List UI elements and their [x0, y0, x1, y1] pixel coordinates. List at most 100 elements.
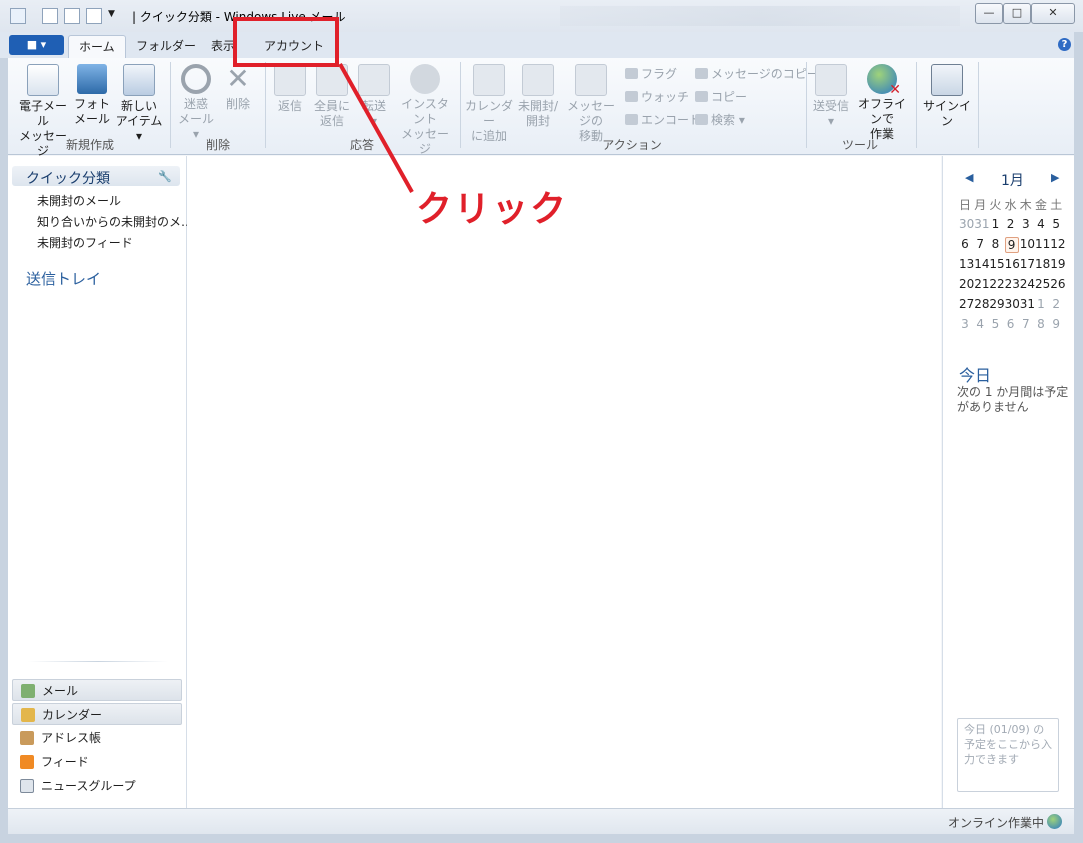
calendar-day[interactable]: 5 [1050, 217, 1062, 231]
calendar-day[interactable]: 4 [974, 317, 986, 331]
calendar-day[interactable]: 17 [1020, 257, 1035, 271]
app-menu-button[interactable]: ■ ▾ [9, 35, 64, 55]
calendar-next-icon[interactable]: ▶ [1051, 171, 1059, 184]
find-button[interactable]: 検索 ▾ [695, 111, 745, 128]
today-note: 次の 1 か月間は予定がありません [957, 385, 1069, 414]
calendar-day[interactable]: 16 [1005, 257, 1020, 271]
calendar-day[interactable]: 23 [1005, 277, 1020, 291]
maximize-button[interactable]: □ [1003, 3, 1031, 24]
calendar-day[interactable]: 30 [1005, 297, 1020, 311]
move-folder-icon [575, 64, 607, 96]
send-receive-button[interactable]: 送受信 ▾ [810, 64, 852, 129]
app-icon[interactable] [10, 8, 26, 24]
calendar-day[interactable]: 28 [974, 297, 989, 311]
annotation-pointer-line [338, 63, 414, 193]
title-bar: ▼ | クイック分類 - Windows Live メール — □ ✕ [0, 0, 1083, 33]
calendar-day[interactable]: 31 [1020, 297, 1035, 311]
ribbon-separator [978, 62, 979, 148]
calendar-day[interactable]: 11 [1035, 237, 1050, 251]
calendar-day[interactable]: 31 [974, 217, 989, 231]
flag-icon [625, 68, 638, 79]
calendar-prev-icon[interactable]: ◀ [965, 171, 973, 184]
copy-message-button[interactable]: メッセージのコピー [695, 65, 819, 82]
move-message-button[interactable]: メッセージの 移動 [562, 64, 620, 144]
encode-button[interactable]: エンコード [625, 111, 701, 128]
minimize-button[interactable]: — [975, 3, 1003, 24]
calendar-day[interactable]: 6 [1005, 317, 1017, 331]
calendar-day[interactable]: 7 [974, 237, 986, 251]
send-receive-quick-icon[interactable] [86, 8, 102, 24]
calendar-day[interactable]: 12 [1050, 237, 1065, 251]
calendar-day[interactable]: 19 [1050, 257, 1065, 271]
sign-in-button[interactable]: サインイン [920, 64, 974, 129]
calendar-day[interactable]: 18 [1035, 257, 1050, 271]
new-items-button[interactable]: 新しい アイテム ▾ [114, 64, 164, 144]
calendar-day[interactable]: 10 [1020, 237, 1035, 251]
work-offline-button[interactable]: ✕ オフラインで 作業 [854, 64, 910, 142]
calendar-day[interactable]: 2 [1050, 297, 1062, 311]
calendar-day[interactable]: 26 [1050, 277, 1065, 291]
unread-read-button[interactable]: 未開封/ 開封 [516, 64, 560, 129]
calendar-day[interactable]: 8 [1035, 317, 1047, 331]
tab-home[interactable]: ホーム [68, 35, 126, 58]
nav-feeds[interactable]: フィード [12, 751, 182, 773]
quick-view-unread-mail[interactable]: 未開封のメール [37, 192, 121, 209]
calendar-day[interactable]: 3 [1020, 217, 1032, 231]
calendar-day[interactable]: 27 [959, 297, 974, 311]
calendar-day[interactable]: 21 [974, 277, 989, 291]
reply-label: 返信 [277, 99, 302, 113]
calendar-day[interactable]: 30 [959, 217, 974, 231]
nav-calendar[interactable]: カレンダー [12, 703, 182, 725]
quick-view-unread-from-contacts[interactable]: 知り合いからの未開封のメ… [37, 213, 193, 230]
calendar-day[interactable]: 9 [1050, 317, 1062, 331]
wrench-icon[interactable]: 🔧 [158, 170, 172, 183]
calendar-day[interactable]: 24 [1020, 277, 1035, 291]
calendar-day[interactable]: 3 [959, 317, 971, 331]
quick-access-dropdown-icon[interactable]: ▼ [108, 9, 115, 19]
calendar-day[interactable]: 8 [989, 237, 1001, 251]
quick-view-unread-feeds[interactable]: 未開封のフィード [37, 234, 133, 251]
calendar-day[interactable]: 22 [989, 277, 1004, 291]
calendar-day[interactable]: 1 [989, 217, 1001, 231]
window-frame-bottom [0, 834, 1083, 843]
calendar-day[interactable]: 5 [989, 317, 1001, 331]
junk-button[interactable]: 迷惑 メール ▾ [176, 64, 216, 142]
message-list-area[interactable] [187, 156, 941, 808]
calendar-weekday: 月 [974, 198, 987, 212]
nav-newsgroups[interactable]: ニュースグループ [12, 775, 182, 797]
globe-icon [1047, 814, 1062, 829]
close-button[interactable]: ✕ [1031, 3, 1075, 24]
flag-button[interactable]: フラグ [625, 65, 677, 82]
calendar-day[interactable]: 15 [989, 257, 1004, 271]
reply-button[interactable]: 返信 [272, 64, 308, 114]
binoculars-icon [695, 114, 708, 125]
nav-calendar-label: カレンダー [42, 708, 103, 722]
quick-views-header[interactable]: クイック分類 🔧 [12, 166, 180, 187]
ribbon: 電子メール メッセージ フォト メール 新しい アイテム ▾ 新規作成 迷惑 メ… [0, 58, 1083, 158]
help-icon[interactable]: ? [1058, 38, 1071, 51]
tab-folder[interactable]: フォルダー [126, 35, 206, 57]
new-message-quick-icon[interactable] [42, 8, 58, 24]
copy-button[interactable]: コピー [695, 88, 747, 105]
photo-email-button[interactable]: フォト メール [74, 64, 110, 127]
calendar-day[interactable]: 2 [1005, 217, 1017, 231]
find-label: 検索 ▾ [711, 113, 745, 127]
quick-add-event-input[interactable]: 今日 (01/09) の予定をここから入力できます [957, 718, 1059, 792]
calendar-day[interactable]: 1 [1035, 297, 1047, 311]
delete-button[interactable]: ✕ 削除 [222, 64, 254, 112]
add-to-calendar-button[interactable]: カレンダー に追加 [464, 64, 514, 144]
watch-button[interactable]: ウォッチ [625, 88, 689, 105]
calendar-day[interactable]: 14 [974, 257, 989, 271]
calendar-day[interactable]: 25 [1035, 277, 1050, 291]
calendar-day[interactable]: 9 [1004, 237, 1019, 253]
nav-mail[interactable]: メール [12, 679, 182, 701]
calendar-day[interactable]: 7 [1020, 317, 1032, 331]
outbox-folder[interactable]: 送信トレイ [26, 268, 101, 289]
nav-contacts[interactable]: アドレス帳 [12, 727, 182, 749]
calendar-day[interactable]: 20 [959, 277, 974, 291]
calendar-day[interactable]: 29 [989, 297, 1004, 311]
calendar-day[interactable]: 13 [959, 257, 974, 271]
calendar-day[interactable]: 6 [959, 237, 971, 251]
reply-quick-icon[interactable] [64, 8, 80, 24]
calendar-day[interactable]: 4 [1035, 217, 1047, 231]
